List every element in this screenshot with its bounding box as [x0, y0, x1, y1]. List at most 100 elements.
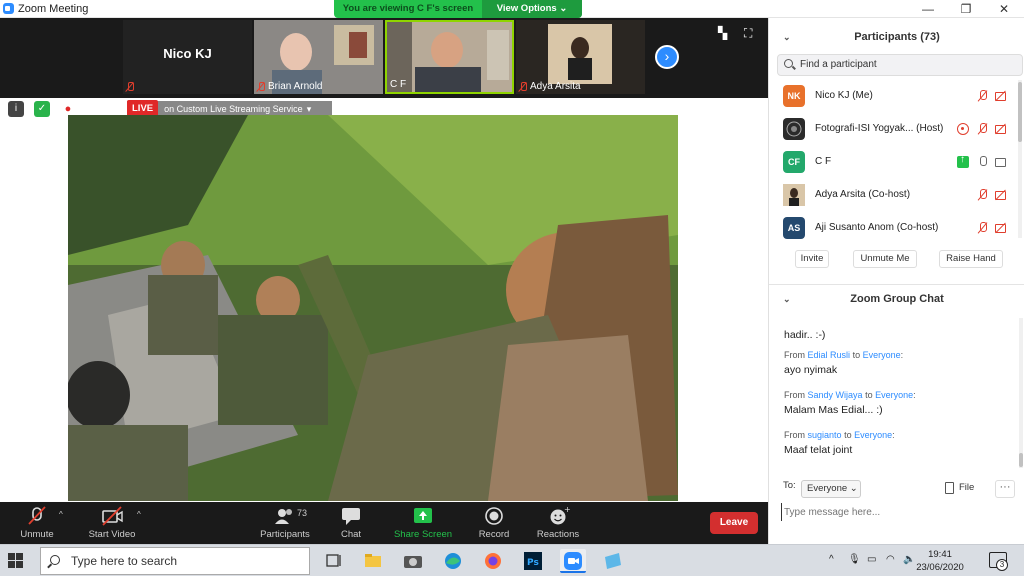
- start-video-button[interactable]: Start Video: [80, 502, 144, 544]
- chat-scrollbar[interactable]: [1019, 318, 1023, 468]
- file-icon[interactable]: [945, 482, 954, 494]
- side-panel: ⌄ Participants (73) Find a participant N…: [768, 18, 1024, 544]
- task-view-icon[interactable]: [320, 549, 346, 573]
- video-tile-cf[interactable]: C F: [385, 20, 514, 94]
- photoshop-icon[interactable]: Ps: [520, 549, 546, 573]
- reactions-button[interactable]: + Reactions: [533, 502, 583, 544]
- raise-hand-button[interactable]: Raise Hand: [939, 250, 1003, 268]
- other-app-icon[interactable]: [600, 549, 626, 573]
- share-screen-button[interactable]: Share Screen: [390, 502, 456, 544]
- find-participant-input[interactable]: Find a participant: [777, 54, 1023, 76]
- window-title: Zoom Meeting: [18, 3, 89, 15]
- tile-label: [126, 82, 134, 92]
- firefox-icon[interactable]: [480, 549, 506, 573]
- chat-button[interactable]: Chat: [333, 502, 369, 544]
- edge-browser-icon[interactable]: [440, 549, 466, 573]
- sender-name[interactable]: Sandy Wijaya: [808, 390, 863, 400]
- participant-name: Adya Arsita (Co-host): [815, 189, 911, 200]
- sender-name[interactable]: Edial Rusli: [808, 350, 851, 360]
- avatar: CF: [783, 151, 805, 173]
- mic-muted-icon: [977, 222, 989, 234]
- participants-icon: 73: [273, 506, 307, 526]
- video-tile-adya[interactable]: Adya Arsita: [516, 20, 645, 94]
- recipient-name: Everyone: [854, 430, 893, 440]
- file-button[interactable]: File: [959, 482, 974, 493]
- recipient-name: Everyone: [875, 390, 914, 400]
- wifi-icon[interactable]: ◠: [886, 554, 895, 565]
- to-word: to: [844, 430, 852, 440]
- more-options-button[interactable]: ···: [995, 480, 1015, 498]
- sender-name[interactable]: sugianto: [808, 430, 842, 440]
- taskbar-search-input[interactable]: Type here to search: [40, 547, 310, 575]
- layout-icon[interactable]: ▚: [718, 26, 732, 40]
- record-svg: [485, 507, 503, 525]
- zoom-taskbar-icon[interactable]: [560, 549, 586, 573]
- record-label: Record: [478, 529, 510, 540]
- collapse-chevron-icon[interactable]: ⌄: [783, 286, 791, 312]
- colon: :: [892, 430, 895, 440]
- edge-svg: [445, 553, 461, 569]
- screen-share-icon: [957, 154, 969, 168]
- view-options-label: View Options: [496, 3, 557, 14]
- chat-message-text: ayo nyimak: [784, 364, 838, 376]
- recipient-select[interactable]: Everyone ⌄: [801, 480, 861, 498]
- colon: :: [913, 390, 916, 400]
- video-tile-nico[interactable]: Nico KJ: [123, 20, 252, 94]
- chat-message-from: From Edial Rusli to Everyone:: [784, 350, 1009, 360]
- shared-photo: [68, 115, 678, 501]
- task-view-svg: [326, 554, 341, 567]
- tile-label: Adya Arsita: [519, 81, 581, 92]
- chat-message-text: Maaf telat joint: [784, 444, 853, 456]
- next-page-button[interactable]: ›: [655, 45, 679, 69]
- chat-message-from: From sugianto to Everyone:: [784, 430, 1009, 440]
- collapse-chevron-icon[interactable]: ⌄: [783, 24, 791, 50]
- windows-taskbar: Type here to search Ps ^ 🎙 ▭ ◠ 🔈 19:41 2…: [0, 544, 1024, 576]
- notification-count: 3: [996, 559, 1008, 571]
- fullscreen-icon[interactable]: ⛶: [744, 26, 758, 40]
- video-options-caret-icon[interactable]: ^: [137, 510, 141, 519]
- invite-button[interactable]: Invite: [795, 250, 829, 268]
- chat-icon: [339, 506, 363, 526]
- firefox-svg: [485, 553, 501, 569]
- maximize-button[interactable]: ❐: [948, 0, 984, 18]
- security-shield-icon[interactable]: ✓: [34, 101, 50, 117]
- unmute-me-button[interactable]: Unmute Me: [853, 250, 917, 268]
- participant-row[interactable]: CF C F: [769, 146, 1017, 179]
- tile-label: Brian Arnold: [257, 81, 322, 92]
- battery-icon[interactable]: ▭: [867, 554, 876, 565]
- windows-start-icon[interactable]: [8, 553, 24, 569]
- leave-button[interactable]: Leave: [710, 512, 758, 534]
- camera-icon: [995, 156, 1007, 168]
- camera-app-icon[interactable]: [400, 549, 426, 573]
- minimize-button[interactable]: —: [910, 0, 946, 18]
- panel-divider: [769, 284, 1024, 285]
- photoshop-svg: Ps: [524, 552, 542, 570]
- svg-text:+: +: [564, 506, 570, 514]
- participant-row[interactable]: Adya Arsita (Co-host): [769, 179, 1017, 212]
- participants-scrollbar[interactable]: [1018, 80, 1022, 238]
- camera-off-svg: [102, 506, 123, 526]
- photo-soldiers-image: [68, 115, 678, 501]
- chat-label: Chat: [340, 529, 362, 540]
- chat-svg: [342, 508, 360, 525]
- view-options-button[interactable]: View Options ⌄: [482, 0, 582, 18]
- audio-options-caret-icon[interactable]: ^: [59, 510, 63, 519]
- close-button[interactable]: ✕: [986, 0, 1022, 18]
- participant-row[interactable]: Fotografi-ISI Yogyak... (Host): [769, 113, 1017, 146]
- tray-mic-icon[interactable]: 🎙: [848, 554, 861, 565]
- tile-label: C F: [390, 79, 406, 90]
- mic-muted-icon[interactable]: [977, 90, 989, 102]
- taskbar-clock[interactable]: 19:41 23/06/2020: [912, 548, 968, 574]
- participant-row[interactable]: NK Nico KJ (Me): [769, 80, 1017, 113]
- video-tile-brian[interactable]: Brian Arnold: [254, 20, 383, 94]
- unmute-button[interactable]: Unmute: [12, 502, 62, 544]
- start-pane: [8, 561, 15, 568]
- tray-expand-icon[interactable]: ^: [829, 554, 834, 565]
- clock-time: 19:41: [928, 549, 952, 560]
- info-icon[interactable]: i: [8, 101, 24, 117]
- record-button[interactable]: Record: [474, 502, 514, 544]
- chat-message-input[interactable]: [781, 503, 1011, 521]
- participant-row[interactable]: AS Aji Susanto Anom (Co-host): [769, 212, 1017, 245]
- file-explorer-icon[interactable]: [360, 549, 386, 573]
- participants-button[interactable]: 73 Participants: [255, 502, 315, 544]
